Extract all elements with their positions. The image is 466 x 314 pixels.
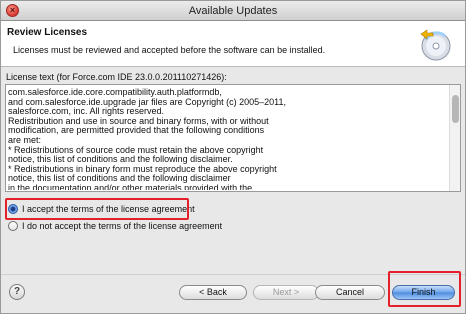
window-title: Available Updates — [188, 5, 278, 17]
available-updates-dialog: × Available Updates Review Licenses Lice… — [0, 0, 466, 314]
header-banner: Review Licenses Licenses must be reviewe… — [1, 21, 465, 67]
decline-license-label[interactable]: I do not accept the terms of the license… — [22, 221, 222, 231]
next-button[interactable]: Next > — [253, 285, 319, 300]
help-button[interactable]: ? — [9, 284, 25, 300]
page-description: Licenses must be reviewed and accepted b… — [13, 45, 326, 55]
license-text-content: com.salesforce.ide.core.compatibility.au… — [8, 88, 446, 190]
back-button[interactable]: < Back — [179, 285, 247, 300]
page-title: Review Licenses — [7, 27, 88, 38]
finish-highlight-frame — [388, 271, 461, 307]
title-bar: × Available Updates — [1, 1, 465, 21]
install-cd-icon — [420, 29, 451, 61]
decline-license-option[interactable]: I do not accept the terms of the license… — [8, 219, 222, 233]
license-line: modification, are permitted provided tha… — [8, 125, 265, 136]
cancel-button[interactable]: Cancel — [315, 285, 385, 300]
license-scrollbar[interactable] — [449, 85, 460, 191]
scrollbar-thumb[interactable] — [452, 95, 459, 123]
license-text-label: License text (for Force.com IDE 23.0.0.2… — [6, 72, 227, 82]
accept-highlight-frame — [5, 198, 189, 220]
license-text-area[interactable]: com.salesforce.ide.core.compatibility.au… — [5, 84, 461, 192]
decline-radio-button[interactable] — [8, 221, 18, 231]
license-line: in the documentation and/or other materi… — [8, 182, 253, 190]
